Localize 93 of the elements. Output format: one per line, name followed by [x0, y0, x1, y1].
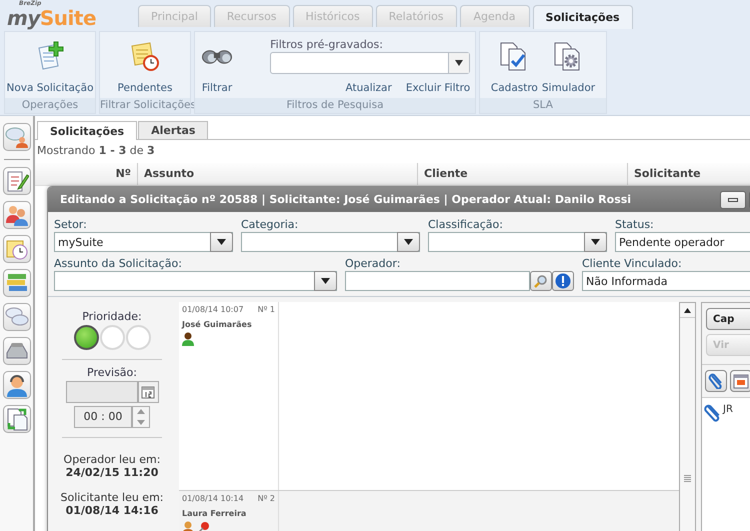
scrollbar[interactable]	[679, 302, 696, 531]
paperclip-icon	[704, 404, 722, 422]
sidebar-button[interactable]	[2, 371, 30, 399]
up-arrow-icon	[684, 308, 691, 312]
caret-icon	[321, 278, 330, 284]
attachment-name[interactable]: JR	[723, 404, 733, 415]
message-date: 01/08/14 10:14	[182, 494, 244, 503]
read-timestamp: 01/08/14 14:16	[66, 504, 158, 517]
sidebar-button[interactable]	[2, 405, 30, 433]
chat-person-icon	[4, 125, 28, 149]
ribbon-link[interactable]: Excluir Filtro	[406, 82, 470, 94]
caret-icon	[591, 239, 600, 245]
people-icon	[4, 203, 28, 227]
ribbon-button[interactable]: Filtrar	[200, 32, 234, 98]
side-button[interactable]: Cap	[706, 308, 750, 330]
field-label: Status:	[615, 218, 655, 232]
minimize-icon	[728, 198, 738, 202]
column-header[interactable]: Solicitante	[628, 163, 750, 185]
input-field[interactable]: Não Informada	[582, 271, 750, 291]
notepad-pencil-icon	[4, 169, 28, 193]
forecast-label: Previsão:	[87, 366, 137, 379]
sidebar-button[interactable]	[2, 337, 30, 365]
dropdown-field[interactable]	[54, 271, 337, 291]
menu-tab[interactable]: Solicitações	[532, 5, 633, 29]
calendar-button[interactable]	[138, 381, 158, 403]
group-label: Operações	[5, 98, 95, 113]
ribbon-button[interactable]: Pendentes	[116, 32, 174, 98]
message-number: Nº 1	[258, 305, 275, 314]
pin-icon	[198, 521, 210, 531]
exclamation-icon	[555, 273, 571, 289]
sidebar-button[interactable]	[2, 269, 30, 297]
calendar-icon	[733, 373, 749, 389]
info-button[interactable]	[552, 271, 574, 291]
search-button[interactable]	[530, 271, 552, 291]
note-clock-icon	[129, 40, 161, 72]
input-field[interactable]	[345, 271, 530, 291]
field-label: Operador:	[345, 257, 402, 271]
caret-icon	[404, 239, 413, 245]
message-author: José Guimarães	[182, 320, 253, 329]
caret-icon	[455, 60, 464, 66]
dropdown-field[interactable]: mySuite	[54, 232, 233, 252]
message-date: 01/08/14 10:07	[182, 305, 244, 314]
document-sync-icon	[4, 407, 28, 431]
sidebar-button[interactable]	[2, 123, 30, 151]
field-label: Setor:	[54, 218, 88, 232]
paperclip-icon	[708, 373, 724, 389]
time-field[interactable]: 00 : 00	[74, 406, 132, 428]
up-down-arrows-icon	[137, 408, 145, 426]
field-label: Assunto da Solicitação:	[54, 257, 183, 271]
field-label: Classificação:	[428, 218, 504, 232]
ribbon-button[interactable]: Cadastro	[488, 32, 540, 98]
group-label: SLA	[480, 98, 606, 113]
calendar-button[interactable]	[730, 370, 750, 392]
input-field[interactable]: Pendente operador	[615, 232, 750, 252]
field-label: Categoria:	[241, 218, 300, 232]
field-label: Filtros pré-gravados:	[270, 38, 384, 51]
minimize-button[interactable]	[720, 190, 746, 208]
headset-person-icon	[4, 373, 28, 397]
dropdown-field[interactable]	[428, 232, 607, 252]
sidebar-button[interactable]	[2, 235, 30, 263]
binoculars-icon	[202, 50, 232, 64]
calendar-icon	[141, 385, 155, 399]
content-tab[interactable]: Alertas	[138, 121, 208, 139]
column-header[interactable]: Cliente	[418, 163, 628, 185]
content-tab[interactable]: Solicitações	[37, 121, 138, 140]
attach-button[interactable]	[705, 370, 727, 392]
message-number: Nº 2	[258, 494, 275, 503]
result-summary: Mostrando 1 - 3 de 3	[36, 143, 156, 159]
caret-icon	[217, 239, 226, 245]
search-icon	[534, 274, 548, 288]
message-author: Laura Ferreira	[182, 509, 248, 518]
grip-icon	[684, 475, 691, 483]
person-icon	[182, 521, 194, 531]
dropdown-field[interactable]	[241, 232, 420, 252]
read-timestamp: 24/02/15 11:20	[66, 466, 158, 479]
column-header[interactable]: Nº	[35, 163, 138, 185]
dropdown-field[interactable]	[270, 52, 470, 74]
column-header[interactable]: Assunto	[138, 163, 418, 185]
ribbon-button[interactable]: Simulador	[540, 32, 598, 98]
ribbon-button[interactable]: Nova Solicitação	[4, 32, 96, 98]
date-field[interactable]	[66, 381, 138, 403]
sidebar-button[interactable]	[2, 167, 30, 195]
sidebar-button[interactable]	[2, 201, 30, 229]
app-logo: mySuite	[7, 8, 96, 28]
read-label: Operador leu em:	[64, 453, 160, 466]
read-label: Solicitante leu em:	[60, 491, 164, 504]
priority-label: Prioridade:	[82, 310, 142, 323]
person-icon	[182, 332, 194, 346]
group-label: Filtros de Pesquisa	[195, 98, 475, 113]
dialog-title: Editando a Solicitação nº 20588 | Solicitante: José Guimarães | Operador Atual: Danilo Rossi	[60, 193, 632, 206]
ribbon-link[interactable]: Atualizar	[346, 82, 392, 94]
priority-option[interactable]	[74, 325, 98, 350]
field-label: Cliente Vinculado:	[582, 257, 683, 271]
